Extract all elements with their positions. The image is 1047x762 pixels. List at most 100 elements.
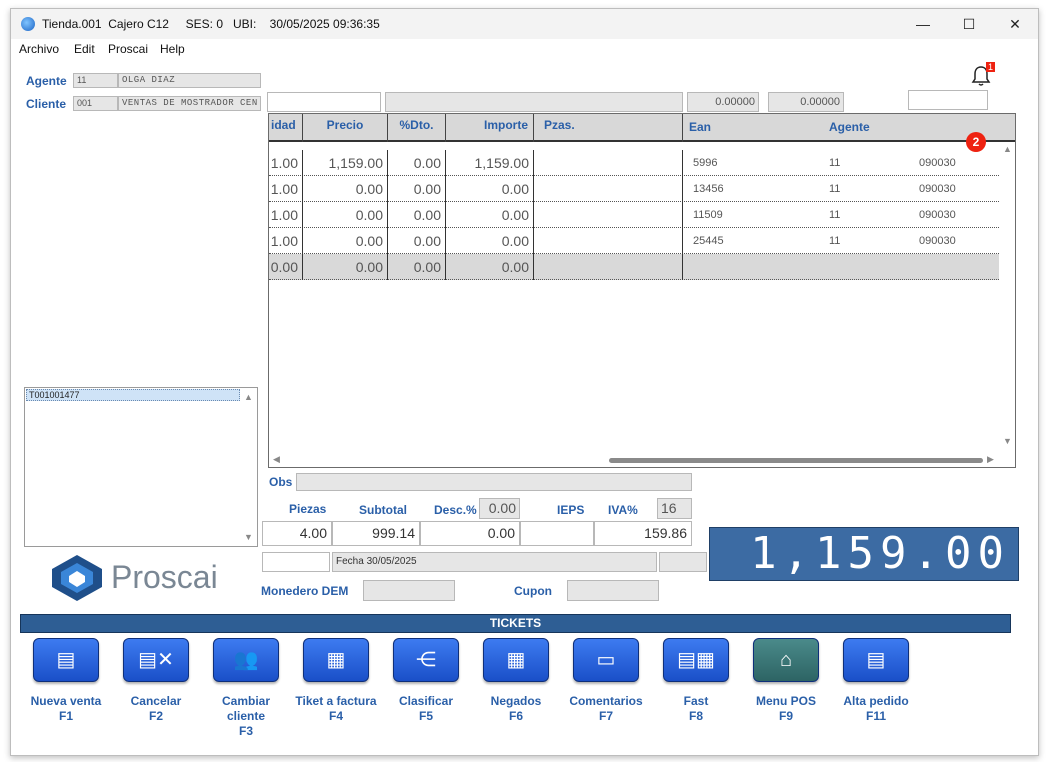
tiket-a-factura-button[interactable]: ▦ Tiket a factura F4 [293, 638, 379, 734]
search-field[interactable] [908, 90, 988, 110]
menu-help[interactable]: Help [160, 42, 185, 56]
horizontal-scroll-thumb[interactable] [609, 458, 983, 463]
home-icon[interactable]: ⌂ [753, 638, 819, 682]
header-importe[interactable]: Importe [446, 114, 534, 142]
main-window: Tienda.001 Cajero C12 SES: 0 UBI: 30/05/… [10, 8, 1039, 756]
tickets-bar: TICKETS [20, 614, 1011, 633]
button-key: F6 [508, 709, 523, 723]
menu-archivo[interactable]: Archivo [19, 42, 59, 56]
button-key: F3 [238, 724, 253, 738]
desc-value: 0.00 [420, 521, 520, 546]
button-key: F4 [328, 709, 343, 723]
cell-pzas [534, 150, 683, 176]
cell-agente: 11 [829, 183, 841, 195]
cell-dto: 0.00 [388, 202, 446, 228]
header-ean[interactable]: Ean [683, 114, 813, 142]
cell-cantidad: 1.00 [269, 202, 303, 228]
fast-icon[interactable]: ▤▦ [663, 638, 729, 682]
agente-code-field[interactable]: 11 [73, 73, 118, 88]
cupon-field[interactable] [567, 580, 659, 601]
comentarios-button[interactable]: ▭ Comentarios F7 [563, 638, 649, 734]
button-label: Clasificar [398, 694, 454, 708]
fast-button[interactable]: ▤▦ Fast F8 [653, 638, 739, 734]
piezas-label: Piezas [289, 502, 327, 516]
cell-pzas [534, 228, 683, 254]
button-label: Negados [490, 694, 542, 708]
cambiar-cliente-button[interactable]: 👥 Cambiar cliente F3 [203, 638, 289, 738]
cell-precio: 0.00 [303, 254, 388, 280]
clasificar-button[interactable]: ⋲ Clasificar F5 [383, 638, 469, 734]
monedero-field[interactable] [363, 580, 455, 601]
grid-icon[interactable]: ▦ [483, 638, 549, 682]
ticket-list[interactable]: T001001477 ▲ ▼ [24, 387, 258, 547]
header-agente[interactable]: Agente [829, 114, 909, 142]
header-dto[interactable]: %Dto. [388, 114, 446, 142]
ticket-scroll-up-icon[interactable]: ▲ [244, 392, 253, 402]
grid-horizontal-scrollbar[interactable]: ◀ ▶ [269, 453, 1015, 467]
cell-cantidad: 1.00 [269, 176, 303, 202]
cell-importe: 0.00 [446, 202, 534, 228]
invoice-icon[interactable]: ▦ [303, 638, 369, 682]
bell-icon[interactable]: 1 [969, 62, 996, 88]
iva-value: 159.86 [594, 521, 692, 546]
button-key: F11 [865, 709, 886, 723]
obs-label: Obs [269, 475, 293, 489]
comments-icon[interactable]: ▭ [573, 638, 639, 682]
grid-vertical-scrollbar[interactable]: ▲ ▼ [999, 142, 1015, 452]
button-key: F1 [58, 709, 73, 723]
cancel-icon[interactable]: ▤✕ [123, 638, 189, 682]
header-cantidad[interactable]: idad [269, 114, 303, 142]
desc-pct-field[interactable]: 0.00 [479, 498, 520, 519]
scroll-down-icon[interactable]: ▼ [1003, 436, 1012, 446]
table-row[interactable]: 1.00 0.00 0.00 0.00 11509 11 090030 [269, 202, 999, 228]
scroll-right-icon[interactable]: ▶ [987, 454, 994, 465]
menu-proscai[interactable]: Proscai [108, 42, 148, 56]
cell-extra: 090030 [919, 183, 956, 195]
items-grid[interactable]: idad Precio %Dto. Importe Pzas. Ean Agen… [268, 113, 1016, 468]
negados-button[interactable]: ▦ Negados F6 [473, 638, 559, 734]
minimize-button[interactable]: — [900, 9, 946, 39]
table-row[interactable]: 1.00 1,159.00 0.00 1,159.00 5996 11 0900… [269, 150, 999, 176]
cliente-code-field[interactable]: 001 [73, 96, 118, 111]
classify-icon[interactable]: ⋲ [393, 638, 459, 682]
header-pzas[interactable]: Pzas. [534, 114, 683, 142]
button-key: F2 [148, 709, 163, 723]
maximize-button[interactable]: ☐ [946, 9, 992, 39]
agente-name-field: OLGA DIAZ [118, 73, 261, 88]
iva-pct-field[interactable]: 16 [657, 498, 692, 519]
button-key: F7 [598, 709, 613, 723]
cell-importe: 1,159.00 [446, 150, 534, 176]
window-title: Tienda.001 Cajero C12 SES: 0 UBI: 30/05/… [42, 17, 380, 31]
ticket-list-item[interactable]: T001001477 [26, 389, 240, 401]
notification-count-badge[interactable]: 2 [966, 132, 986, 152]
menu-pos-button[interactable]: ⌂ Menu POS F9 [743, 638, 829, 734]
menu-edit[interactable]: Edit [74, 42, 95, 56]
cell-ean [683, 254, 819, 280]
cell-agente [819, 254, 909, 280]
button-label: Tiket a factura [295, 694, 377, 708]
cell-extra: 090030 [919, 157, 956, 169]
cancelar-button[interactable]: ▤✕ Cancelar F2 [113, 638, 199, 734]
ticket-scroll-down-icon[interactable]: ▼ [244, 532, 253, 542]
button-label: Alta pedido [843, 694, 909, 708]
button-label: Comentarios [569, 694, 643, 708]
table-row[interactable]: 1.00 0.00 0.00 0.00 25445 11 090030 [269, 228, 999, 254]
menu-bar: Archivo Edit Proscai Help [11, 39, 1038, 59]
scroll-left-icon[interactable]: ◀ [273, 454, 280, 465]
table-row[interactable]: 1.00 0.00 0.00 0.00 13456 11 090030 [269, 176, 999, 202]
users-icon[interactable]: 👥 [213, 638, 279, 682]
close-button[interactable]: ✕ [992, 9, 1038, 39]
nueva-venta-button[interactable]: ▤ Nueva venta F1 [23, 638, 109, 734]
button-label: Menu POS [755, 694, 816, 708]
table-row-selected[interactable]: 0.00 0.00 0.00 0.00 [269, 254, 1015, 280]
scroll-up-icon[interactable]: ▲ [1003, 144, 1012, 154]
product-code-input[interactable] [267, 92, 381, 112]
alta-pedido-button[interactable]: ▤ Alta pedido F11 [833, 638, 919, 734]
obs-field[interactable] [296, 473, 692, 491]
button-key: F5 [418, 709, 433, 723]
proscai-logo-icon [52, 555, 102, 601]
header-precio[interactable]: Precio [303, 114, 388, 142]
new-order-icon[interactable]: ▤ [843, 638, 909, 682]
monedero-label: Monedero DEM [261, 584, 349, 598]
new-sale-icon[interactable]: ▤ [33, 638, 99, 682]
